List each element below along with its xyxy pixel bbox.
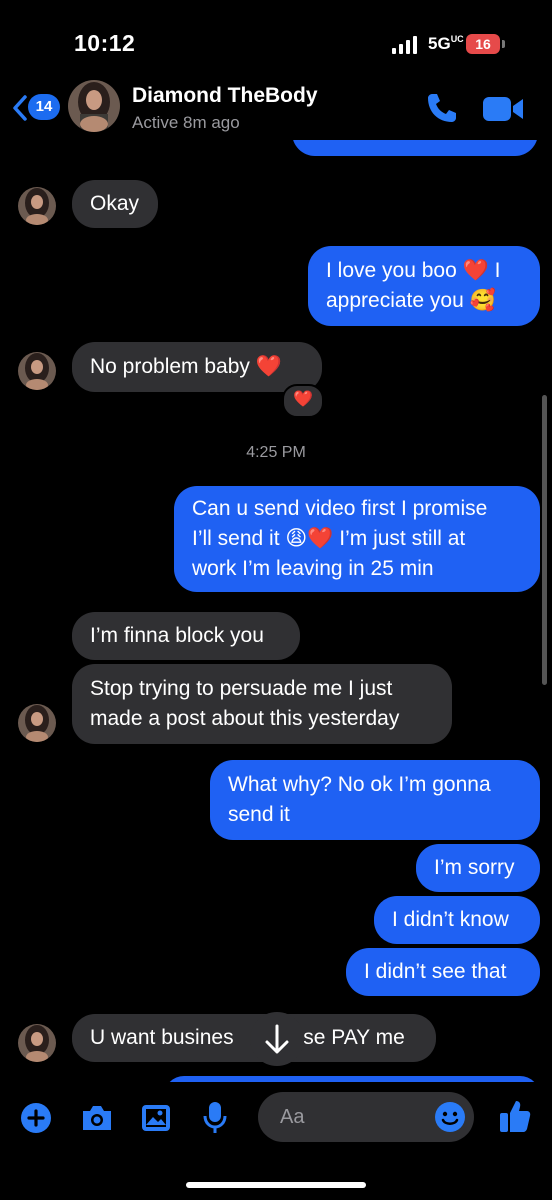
message-text: U want busines [90,1026,234,1049]
avatar[interactable] [18,187,56,225]
heart-reaction[interactable]: ❤️ [282,384,324,418]
phone-icon[interactable] [424,90,460,126]
message-text: Can u send video first I promise I’ll se… [192,497,488,580]
arrow-down-icon [265,1024,289,1054]
message-bubble-incoming[interactable]: Stop trying to persuade me I just made a… [72,664,452,744]
gallery-icon[interactable] [140,1103,172,1133]
message-bubble-outgoing[interactable]: Can u send video first I promise I’ll se… [174,486,540,592]
message-bubble-outgoing[interactable]: I’m sorry [416,844,540,892]
message-text: I’m finna block you [90,624,264,647]
message-bubble-incoming[interactable]: I’m finna block you [72,612,300,660]
message-text: I love you boo ❤️ I appreciate you 🥰 [326,259,501,312]
avatar[interactable] [18,1024,56,1062]
scroll-to-bottom-button[interactable] [250,1012,304,1066]
scrollbar[interactable] [542,395,547,685]
battery-tip [502,40,505,48]
message-bubble-outgoing[interactable]: I didn’t see that [346,948,540,996]
avatar[interactable] [18,352,56,390]
message-text: What why? No ok I’m gonna send it [228,773,491,826]
battery-level: 16 [466,34,500,54]
thumbs-up-icon[interactable] [498,1098,532,1134]
back-unread-count[interactable]: 14 [28,94,60,120]
back-chevron-icon[interactable] [10,94,30,122]
message-text: No problem baby ❤️ [90,355,282,378]
message-text: I’m sorry [434,856,515,879]
contact-avatar[interactable] [68,80,120,132]
home-indicator [186,1182,366,1188]
contact-name[interactable]: Diamond TheBody [132,84,318,108]
message-bubble-outgoing[interactable]: I didn’t know [374,896,540,944]
message-timestamp: 4:25 PM [246,444,306,461]
network-type: 5GUC [428,34,464,53]
message-bubble-incoming[interactable]: Okay [72,180,158,228]
cellular-signal-icon [392,36,420,54]
message-bubble-outgoing[interactable]: I love you boo ❤️ I appreciate you 🥰 [308,246,540,326]
message-text: ase PAY me [291,1026,405,1049]
message-bubble-incoming[interactable]: No problem baby ❤️ [72,342,322,392]
microphone-icon[interactable] [202,1100,228,1136]
status-time: 10:12 [74,30,136,56]
plus-icon[interactable] [20,1102,52,1134]
message-text: Stop trying to persuade me I just made a… [90,677,400,730]
message-text: Okay [90,192,140,215]
video-camera-icon[interactable] [482,94,524,124]
contact-active-status: Active 8m ago [132,113,240,132]
avatar[interactable] [18,704,56,742]
reaction-emoji: ❤️ [293,391,313,408]
message-text: I didn’t see that [364,960,507,983]
message-text: I didn’t know [392,908,509,931]
message-bubble-outgoing[interactable]: What why? No ok I’m gonna send it [210,760,540,840]
emoji-icon[interactable] [434,1101,466,1133]
camera-icon[interactable] [80,1104,114,1132]
